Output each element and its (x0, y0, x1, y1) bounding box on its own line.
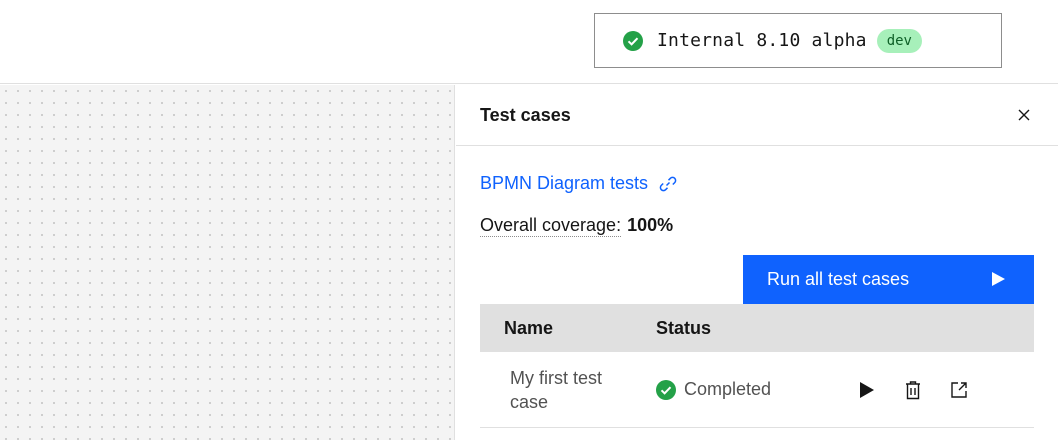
run-all-label: Run all test cases (767, 269, 910, 289)
table-row: My first test case Completed (480, 352, 1034, 428)
top-bar: Internal 8.10 alpha dev (0, 0, 1058, 84)
launch-icon (951, 381, 967, 398)
diagram-canvas[interactable] (0, 85, 455, 440)
column-header-name: Name (504, 317, 554, 338)
row-actions (856, 379, 994, 401)
check-circle-icon (656, 379, 676, 400)
run-test-button[interactable] (856, 379, 878, 401)
table-header: Name Status (480, 304, 1034, 352)
delete-test-button[interactable] (902, 379, 924, 401)
open-test-button[interactable] (948, 379, 970, 401)
version-badge: Internal 8.10 alpha dev (594, 13, 1002, 68)
check-circle-icon (623, 30, 643, 51)
status-label: Completed (684, 379, 772, 399)
test-suite-link[interactable]: BPMN Diagram tests (480, 173, 678, 194)
link-icon (659, 176, 677, 191)
test-case-status: Completed (656, 379, 856, 400)
column-header-status: Status (656, 317, 712, 338)
panel-title: Test cases (480, 105, 571, 125)
overall-coverage: Overall coverage: 100% (480, 215, 674, 237)
run-all-test-cases-button[interactable]: Run all test cases (743, 255, 1034, 304)
trash-icon (906, 380, 920, 399)
test-cases-table: Name Status My first test case Completed (480, 304, 1034, 428)
test-case-name: My first test case (510, 367, 603, 412)
version-text: Internal 8.10 alpha (657, 30, 867, 51)
close-icon[interactable] (1014, 105, 1034, 125)
env-tag: dev (876, 28, 922, 53)
play-icon (992, 272, 1005, 286)
test-suite-link-label: BPMN Diagram tests (480, 173, 649, 193)
coverage-value: 100% (627, 215, 674, 235)
test-cases-panel: Test cases BPMN Diagram tests Overall co… (456, 85, 1058, 440)
play-icon (860, 381, 874, 398)
coverage-label[interactable]: Overall coverage: (480, 215, 622, 237)
panel-header: Test cases (456, 85, 1058, 146)
